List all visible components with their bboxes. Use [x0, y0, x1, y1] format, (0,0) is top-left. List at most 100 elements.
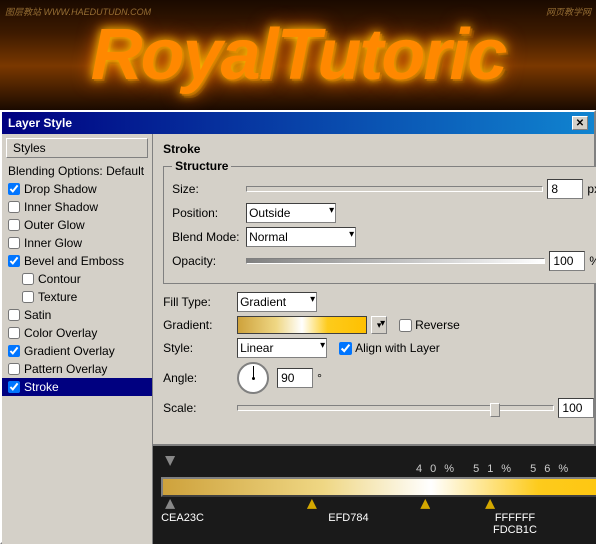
blend-mode-select-wrapper[interactable]: Normal Multiply Screen [246, 227, 356, 247]
position-label: Position: [172, 206, 242, 220]
drop-shadow-checkbox[interactable] [8, 183, 20, 195]
outer-glow-checkbox[interactable] [8, 219, 20, 231]
stop-bottom-2[interactable] [420, 499, 430, 509]
outer-glow-label: Outer Glow [24, 218, 85, 232]
angle-input[interactable] [277, 368, 313, 388]
position-row: Position: Outside Inside Center [172, 203, 596, 223]
color-label-2: EFD784 [328, 512, 368, 536]
sidebar-item-outer-glow[interactable]: Outer Glow [2, 216, 152, 234]
sidebar-item-drop-shadow[interactable]: Drop Shadow [2, 180, 152, 198]
sidebar-item-inner-shadow[interactable]: Inner Shadow [2, 198, 152, 216]
banner-text: RoyalTutoric [91, 14, 506, 96]
style-select[interactable]: Linear Radial Angle [237, 338, 327, 358]
color-labels: CEA23C EFD784 FFFFFF FDCB1C FFC000 [161, 512, 596, 536]
gradient-overlay-checkbox[interactable] [8, 345, 20, 357]
angle-label: Angle: [163, 371, 233, 385]
sidebar-item-texture[interactable]: Texture [2, 288, 152, 306]
inner-shadow-checkbox[interactable] [8, 201, 20, 213]
angle-row: Angle: ° [163, 362, 596, 394]
align-label: Align with Layer [339, 341, 440, 355]
align-text: Align with Layer [355, 341, 440, 355]
top-stops-row [161, 454, 596, 463]
gradient-bar-section: 40% 51% 56% [153, 444, 596, 544]
main-content: Stroke Structure Size: px [153, 134, 596, 444]
bevel-emboss-label: Bevel and Emboss [24, 254, 124, 268]
opacity-slider[interactable] [246, 258, 545, 264]
stop-bottom-3[interactable] [485, 499, 495, 509]
inner-glow-label: Inner Glow [24, 236, 82, 250]
gradient-bar[interactable] [161, 477, 596, 497]
scale-row: Scale: % [163, 398, 596, 418]
left-panel-items: Blending Options: Default Drop Shadow In… [2, 162, 152, 544]
opacity-label: Opacity: [172, 254, 242, 268]
style-row: Style: Linear Radial Angle Align with La… [163, 338, 596, 358]
fill-type-row: Fill Type: Gradient Color Pattern [163, 292, 596, 312]
stroke-checkbox[interactable] [8, 381, 20, 393]
inner-glow-checkbox[interactable] [8, 237, 20, 249]
texture-label: Texture [38, 290, 77, 304]
color-label-1: CEA23C [161, 512, 204, 536]
bottom-stops-row [161, 499, 596, 508]
size-row: Size: px [172, 179, 596, 199]
style-label: Style: [163, 341, 233, 355]
opacity-unit: % [589, 254, 596, 268]
bevel-emboss-checkbox[interactable] [8, 255, 20, 267]
satin-label: Satin [24, 308, 51, 322]
gradient-overlay-label: Gradient Overlay [24, 344, 115, 358]
gradient-select-wrapper[interactable]: ▾ [237, 316, 387, 334]
sidebar-item-contour[interactable]: Contour [2, 270, 152, 288]
fill-type-label: Fill Type: [163, 295, 233, 309]
angle-dial[interactable] [237, 362, 269, 394]
stop-bottom-1[interactable] [307, 499, 317, 509]
fill-type-select[interactable]: Gradient Color Pattern [237, 292, 317, 312]
angle-unit: ° [317, 371, 322, 385]
scale-slider[interactable] [237, 405, 554, 411]
size-slider[interactable] [246, 186, 543, 192]
opacity-row: Opacity: % [172, 251, 596, 271]
inner-shadow-label: Inner Shadow [24, 200, 98, 214]
gradient-dropdown-arrow[interactable]: ▾ [371, 316, 387, 334]
left-panel: Styles Blending Options: Default Drop Sh… [2, 134, 153, 544]
sidebar-item-color-overlay[interactable]: Color Overlay [2, 324, 152, 342]
satin-checkbox[interactable] [8, 309, 20, 321]
sidebar-item-inner-glow[interactable]: Inner Glow [2, 234, 152, 252]
contour-label: Contour [38, 272, 81, 286]
position-select[interactable]: Outside Inside Center [246, 203, 336, 223]
contour-checkbox[interactable] [22, 273, 34, 285]
structure-group: Structure Size: px Position: [163, 166, 596, 284]
texture-checkbox[interactable] [22, 291, 34, 303]
banner: 图层教站 WWW.HAEDUTUDN.COM RoyalTutoric 网页教学… [0, 0, 596, 110]
color-overlay-checkbox[interactable] [8, 327, 20, 339]
align-checkbox[interactable] [339, 342, 352, 355]
sidebar-item-pattern-overlay[interactable]: Pattern Overlay [2, 360, 152, 378]
opacity-input[interactable] [549, 251, 585, 271]
blend-mode-label: Blend Mode: [172, 230, 242, 244]
scale-thumb [490, 403, 500, 417]
stop-top-left[interactable] [165, 454, 175, 466]
size-unit: px [587, 182, 596, 196]
sidebar-item-satin[interactable]: Satin [2, 306, 152, 324]
position-select-wrapper[interactable]: Outside Inside Center [246, 203, 336, 223]
fill-type-select-wrapper[interactable]: Gradient Color Pattern [237, 292, 317, 312]
gradient-label: Gradient: [163, 318, 233, 332]
gradient-preview[interactable] [237, 316, 367, 334]
angle-center [252, 377, 255, 380]
color-overlay-label: Color Overlay [24, 326, 97, 340]
pct-labels: 40% 51% 56% [161, 463, 596, 475]
style-select-wrapper[interactable]: Linear Radial Angle [237, 338, 327, 358]
scale-label: Scale: [163, 401, 233, 415]
blend-mode-select[interactable]: Normal Multiply Screen [246, 227, 356, 247]
pattern-overlay-checkbox[interactable] [8, 363, 20, 375]
reverse-checkbox[interactable] [399, 319, 412, 332]
size-input[interactable] [547, 179, 583, 199]
stroke-label: Stroke [24, 380, 59, 394]
sidebar-item-blending-options[interactable]: Blending Options: Default [2, 162, 152, 180]
sidebar-item-bevel-emboss[interactable]: Bevel and Emboss [2, 252, 152, 270]
close-button[interactable]: ✕ [572, 116, 588, 130]
stop-bottom-0[interactable] [165, 499, 175, 509]
sidebar-item-gradient-overlay[interactable]: Gradient Overlay [2, 342, 152, 360]
dialog-title: Layer Style [8, 116, 72, 130]
reverse-text: Reverse [415, 318, 460, 332]
sidebar-item-stroke[interactable]: Stroke [2, 378, 152, 396]
scale-input[interactable] [558, 398, 594, 418]
